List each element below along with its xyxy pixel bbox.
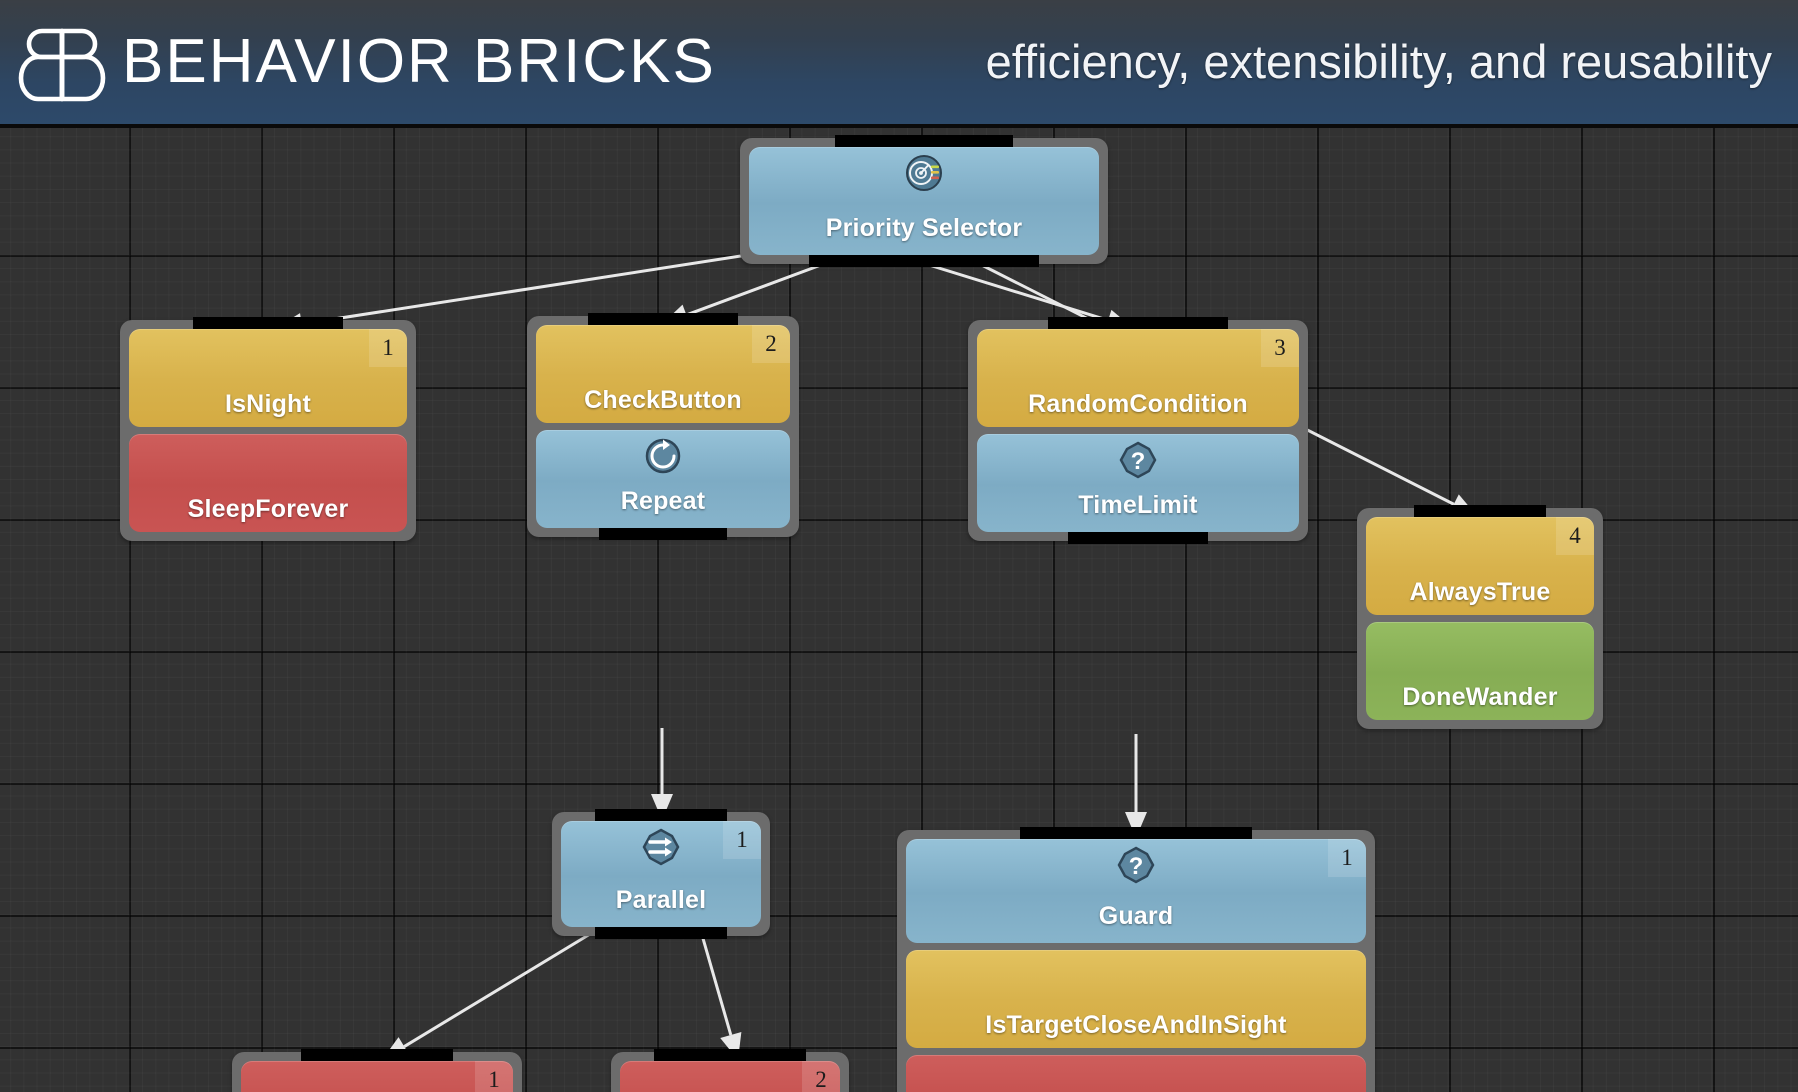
- app-window: BEHAVIOR BRICKS efficiency, extensibilit…: [0, 0, 1798, 1092]
- parallel-group[interactable]: 1 Parallel: [552, 809, 770, 939]
- logo-wordmark: BEHAVIOR BRICKS: [122, 27, 716, 96]
- behavior-node-brick[interactable]: ? 1 Guard: [906, 839, 1366, 943]
- node-label: AlwaysTrue: [1409, 578, 1551, 606]
- node-label: RandomCondition: [1028, 390, 1248, 418]
- node-order-badge: 1: [723, 821, 761, 859]
- behavior-node-brick[interactable]: DoneWander: [1366, 622, 1594, 720]
- behavior-node-brick[interactable]: IsTargetCloseAndInSight: [906, 950, 1366, 1048]
- behavior-node-brick[interactable]: 2PlaySound: [620, 1061, 840, 1092]
- node-order-badge: 1: [1328, 839, 1366, 877]
- behavior-node-brick[interactable]: 2 CheckButton: [536, 325, 790, 423]
- node-order-badge: 2: [752, 325, 790, 363]
- node-order-badge: 1: [369, 329, 407, 367]
- node-order-badge: 2: [802, 1061, 840, 1092]
- guard-group[interactable]: ? 1 Guard IsTargetCloseAndInSight LookAt: [897, 827, 1375, 1092]
- parallel-icon: [641, 827, 681, 867]
- behavior-tree-canvas[interactable]: Priority Selector 1 IsNight SleepForever 2 Ch…: [0, 128, 1798, 1092]
- behavior-node-brick[interactable]: ? TimeLimit: [977, 434, 1299, 532]
- question-icon: ?: [1118, 440, 1158, 480]
- node-label: IsTargetCloseAndInSight: [985, 1011, 1287, 1039]
- playsound-group[interactable]: 2PlaySound: [611, 1049, 849, 1092]
- node-label: Priority Selector: [825, 214, 1023, 242]
- behavior-node-brick[interactable]: 1 IsNight: [129, 329, 407, 427]
- behavior-node-brick[interactable]: 1 Parallel: [561, 821, 761, 927]
- behavior-node-brick[interactable]: LookAt: [906, 1055, 1366, 1092]
- node-label: Parallel: [615, 886, 707, 914]
- isnight-group[interactable]: 1 IsNight SleepForever: [120, 317, 416, 541]
- node-label: Guard: [1098, 902, 1174, 930]
- behavior-bricks-logo-icon: [16, 22, 108, 108]
- priority-selector-icon: [904, 153, 944, 193]
- node-label: CheckButton: [584, 386, 742, 414]
- node-order-badge: 1: [475, 1061, 513, 1092]
- node-order-badge: 3: [1261, 329, 1299, 367]
- node-label: TimeLimit: [1078, 491, 1198, 519]
- node-label: Repeat: [620, 487, 706, 515]
- node-label: IsNight: [224, 390, 312, 418]
- behavior-node-brick[interactable]: Repeat: [536, 430, 790, 528]
- behavior-node-brick[interactable]: 3 RandomCondition: [977, 329, 1299, 427]
- svg-text:?: ?: [1129, 853, 1144, 880]
- tree-edge-line: [403, 926, 601, 1048]
- svg-text:?: ?: [1131, 448, 1146, 475]
- priority-selector-group[interactable]: Priority Selector: [740, 135, 1108, 267]
- repeat-icon: [643, 436, 683, 476]
- node-order-badge: 4: [1556, 517, 1594, 555]
- playanimation-group[interactable]: 1PlayAnimation: [232, 1049, 522, 1092]
- checkbutton-group[interactable]: 2 CheckButton Repeat: [527, 313, 799, 540]
- alwaystrue-group[interactable]: 4 AlwaysTrue DoneWander: [1357, 505, 1603, 729]
- tree-edge-line: [698, 927, 733, 1036]
- behavior-node-brick[interactable]: 1PlayAnimation: [241, 1061, 513, 1092]
- node-label: SleepForever: [187, 495, 349, 523]
- behavior-node-brick[interactable]: Priority Selector: [749, 147, 1099, 255]
- randomcondition-group[interactable]: 3 RandomCondition ? TimeLimit: [968, 317, 1308, 544]
- node-label: DoneWander: [1402, 683, 1558, 711]
- behavior-node-brick[interactable]: 4 AlwaysTrue: [1366, 517, 1594, 615]
- behavior-node-brick[interactable]: SleepForever: [129, 434, 407, 532]
- question-icon: ?: [1116, 845, 1156, 885]
- header-bar: BEHAVIOR BRICKS efficiency, extensibilit…: [0, 0, 1798, 128]
- header-tagline: efficiency, extensibility, and reusabili…: [985, 35, 1772, 88]
